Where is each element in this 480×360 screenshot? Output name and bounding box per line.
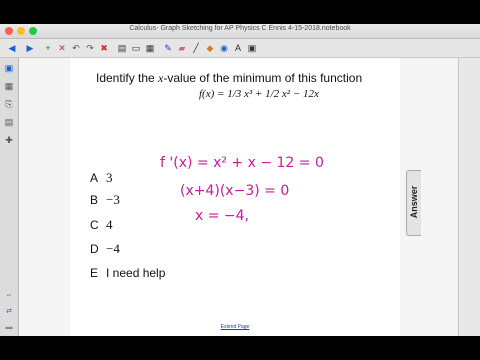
handwriting-solution: x = −4, [195,208,250,224]
app-window: Calculus- Graph Sketching for AP Physics… [0,24,480,336]
window-title: Calculus- Graph Sketching for AP Physics… [129,25,351,32]
option-e[interactable]: EI need help [90,266,165,280]
eraser-icon[interactable]: ▰ [176,42,188,54]
delete-icon[interactable]: ✖ [98,42,110,54]
pen-icon[interactable]: ✎ [162,42,174,54]
trash-icon[interactable]: ▬ [3,322,15,334]
text-icon[interactable]: A [232,42,244,54]
right-panel [458,58,480,336]
page-sorter-icon[interactable]: ▣ [3,62,15,74]
toolbar: ◀ ▶ + ✕ ↶ ↷ ✖ ▤ ▭ ▦ ✎ ▰ ╱ ◆ ◉ A ▣ [0,39,480,58]
select-icon[interactable]: ▣ [246,42,258,54]
forward-icon[interactable]: ▶ [24,42,36,54]
attachments-icon[interactable]: ⎘ [3,98,15,110]
back-icon[interactable]: ◀ [6,42,18,54]
handwriting-derivative: f '(x) = x² + x − 12 = 0 [160,155,324,171]
auto-hide-icon[interactable]: ⇄ [3,306,15,318]
answer-tab[interactable]: Answer [406,170,421,236]
title-bar: Calculus- Graph Sketching for AP Physics… [0,24,480,39]
extend-page-link[interactable]: Extend Page [70,324,400,330]
add-page-icon[interactable]: + [42,42,54,54]
table-icon[interactable]: ▦ [144,42,156,54]
redo-icon[interactable]: ↷ [84,42,96,54]
move-tab-icon[interactable]: ⇔ [3,290,15,302]
fill-icon[interactable]: ◉ [218,42,230,54]
shape-icon[interactable]: ◆ [204,42,216,54]
gallery-icon[interactable]: ▦ [3,80,15,92]
notebook-page[interactable]: Identify the x-value of the minimum of t… [70,58,400,336]
line-icon[interactable]: ╱ [190,42,202,54]
undo-icon[interactable]: ↶ [70,42,82,54]
option-c[interactable]: C4 [90,217,113,233]
display-icon[interactable]: ▭ [130,42,142,54]
properties-icon[interactable]: ▤ [3,116,15,128]
option-a[interactable]: A3 [90,170,113,186]
delete-page-icon[interactable]: ✕ [56,42,68,54]
notebook-canvas: Identify the x-value of the minimum of t… [19,58,457,336]
option-d[interactable]: D −4 [90,241,120,257]
function-formula: f(x) = 1/3 x³ + 1/2 x² − 12x [199,88,319,100]
side-tabs: ▣ ▦ ⎘ ▤ ✚ ⇔ ⇄ ▬ [0,58,19,336]
handwriting-factored: (x+4)(x−3) = 0 [180,183,290,199]
answer-tab-label: Answer [409,185,419,219]
addons-icon[interactable]: ✚ [3,134,15,146]
question-text: Identify the x-value of the minimum of t… [96,71,363,85]
screen-shade-icon[interactable]: ▤ [116,42,128,54]
option-b[interactable]: B −3 [90,192,120,208]
